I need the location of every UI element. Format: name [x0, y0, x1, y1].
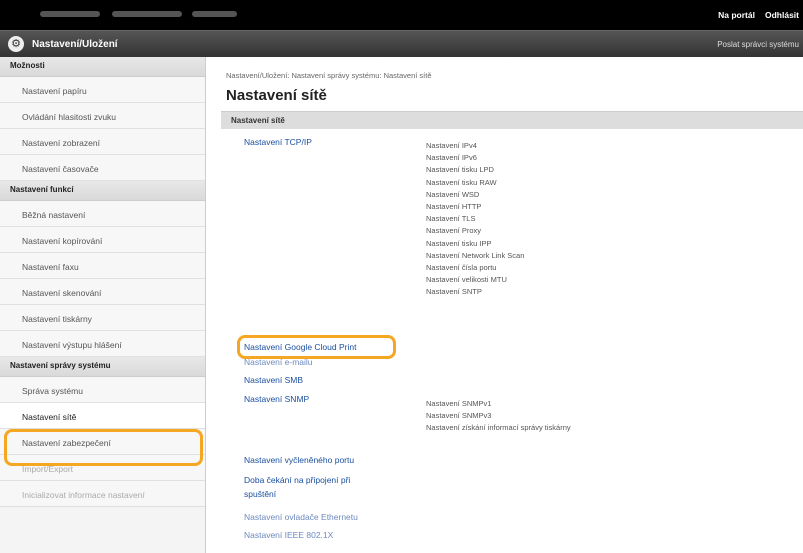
main-content: Nastavení/Uložení: Nastavení správy syst… — [206, 57, 803, 553]
link-snmp[interactable]: Nastavení SNMP — [244, 394, 309, 404]
link-ethernet-driver[interactable]: Nastavení ovladače Ethernetu — [244, 512, 358, 522]
sublist-item: Nastavení SNMPv1 — [426, 399, 492, 408]
page-header-title: Nastavení/Uložení — [32, 39, 118, 50]
sidebar-item-timer[interactable]: Nastavení časovače — [0, 155, 205, 181]
sidebar-item-display[interactable]: Nastavení zobrazení — [0, 129, 205, 155]
sidebar-item-copy[interactable]: Nastavení kopírování — [0, 227, 205, 253]
sidebar-heading-options: Možnosti — [0, 57, 205, 77]
tcpip-sublist: Nastavení IPv4 Nastavení IPv6 Nastavení … — [426, 140, 524, 299]
breadcrumb: Nastavení/Uložení: Nastavení správy syst… — [226, 71, 432, 80]
blurred-text — [192, 11, 237, 17]
snmp-sublist: Nastavení SNMPv1 Nastavení SNMPv3 Nastav… — [426, 398, 571, 435]
section-header: Nastavení sítě — [221, 111, 803, 129]
sublist-item: Nastavení získání informací správy tiská… — [426, 423, 571, 433]
sidebar-item-network[interactable]: Nastavení sítě — [0, 403, 205, 429]
sublist-item: Nastavení SNMPv3 — [426, 411, 492, 421]
sublist-item: Nastavení čísla portu — [426, 263, 497, 273]
sublist-item: Nastavení IPv6 — [426, 153, 477, 163]
sidebar-heading-functions: Nastavení funkcí — [0, 181, 205, 201]
settings-logo-icon: ⚙ — [8, 36, 24, 52]
sublist-item: Nastavení velikosti MTU — [426, 275, 507, 285]
sublist-item: Nastavení IPv4 — [426, 141, 477, 150]
sublist-item: Nastavení Proxy — [426, 226, 482, 236]
sublist-item: Nastavení tisku IPP — [426, 238, 492, 248]
sidebar-item-report-output[interactable]: Nastavení výstupu hlášení — [0, 331, 205, 357]
header-bar: ⚙ Nastavení/Uložení Poslat správci systé… — [0, 30, 803, 57]
sidebar: Možnosti Nastavení papíru Ovládání hlasi… — [0, 57, 206, 553]
sublist-item: Nastavení SNTP — [426, 287, 482, 297]
sidebar-item-volume[interactable]: Ovládání hlasitosti zvuku — [0, 103, 205, 129]
logout-link[interactable]: Odhlásit — [765, 10, 799, 20]
sublist-item: Nastavení WSD — [426, 189, 480, 199]
blurred-text — [40, 11, 100, 17]
page-title: Nastavení sítě — [226, 87, 327, 104]
sidebar-item-initialize[interactable]: Inicializovat informace nastavení — [0, 481, 205, 507]
sublist-item: Nastavení tisku RAW — [426, 177, 497, 187]
link-startup-wait[interactable]: Doba čekání na připojení při spuštění — [244, 473, 354, 501]
link-tcpip[interactable]: Nastavení TCP/IP — [244, 137, 312, 147]
link-ieee8021x[interactable]: Nastavení IEEE 802.1X — [244, 530, 333, 540]
sidebar-item-printer[interactable]: Nastavení tiskárny — [0, 305, 205, 331]
sidebar-heading-system: Nastavení správy systému — [0, 357, 205, 377]
sublist-item: Nastavení TLS — [426, 214, 476, 224]
sidebar-item-fax[interactable]: Nastavení faxu — [0, 253, 205, 279]
cloud-print-highlight-ring — [237, 335, 396, 359]
sidebar-item-paper-settings[interactable]: Nastavení papíru — [0, 77, 205, 103]
portal-link[interactable]: Na portál — [718, 10, 755, 20]
blurred-text — [112, 11, 182, 17]
sidebar-item-system-management[interactable]: Správa systému — [0, 377, 205, 403]
link-smb[interactable]: Nastavení SMB — [244, 375, 303, 385]
sidebar-item-common[interactable]: Běžná nastavení — [0, 201, 205, 227]
admin-link[interactable]: Poslat správci systému — [717, 40, 799, 49]
sublist-item: Nastavení tisku LPD — [426, 165, 494, 175]
sublist-item: Nastavení HTTP — [426, 202, 482, 212]
sidebar-item-scan[interactable]: Nastavení skenování — [0, 279, 205, 305]
sidebar-highlight-ring — [4, 429, 203, 466]
top-bar: Na portál Odhlásit — [0, 0, 803, 30]
sublist-item: Nastavení Network Link Scan — [426, 250, 525, 260]
top-links: Na portál Odhlásit — [708, 10, 799, 20]
link-dedicated-port[interactable]: Nastavení vyčleněného portu — [244, 455, 354, 465]
